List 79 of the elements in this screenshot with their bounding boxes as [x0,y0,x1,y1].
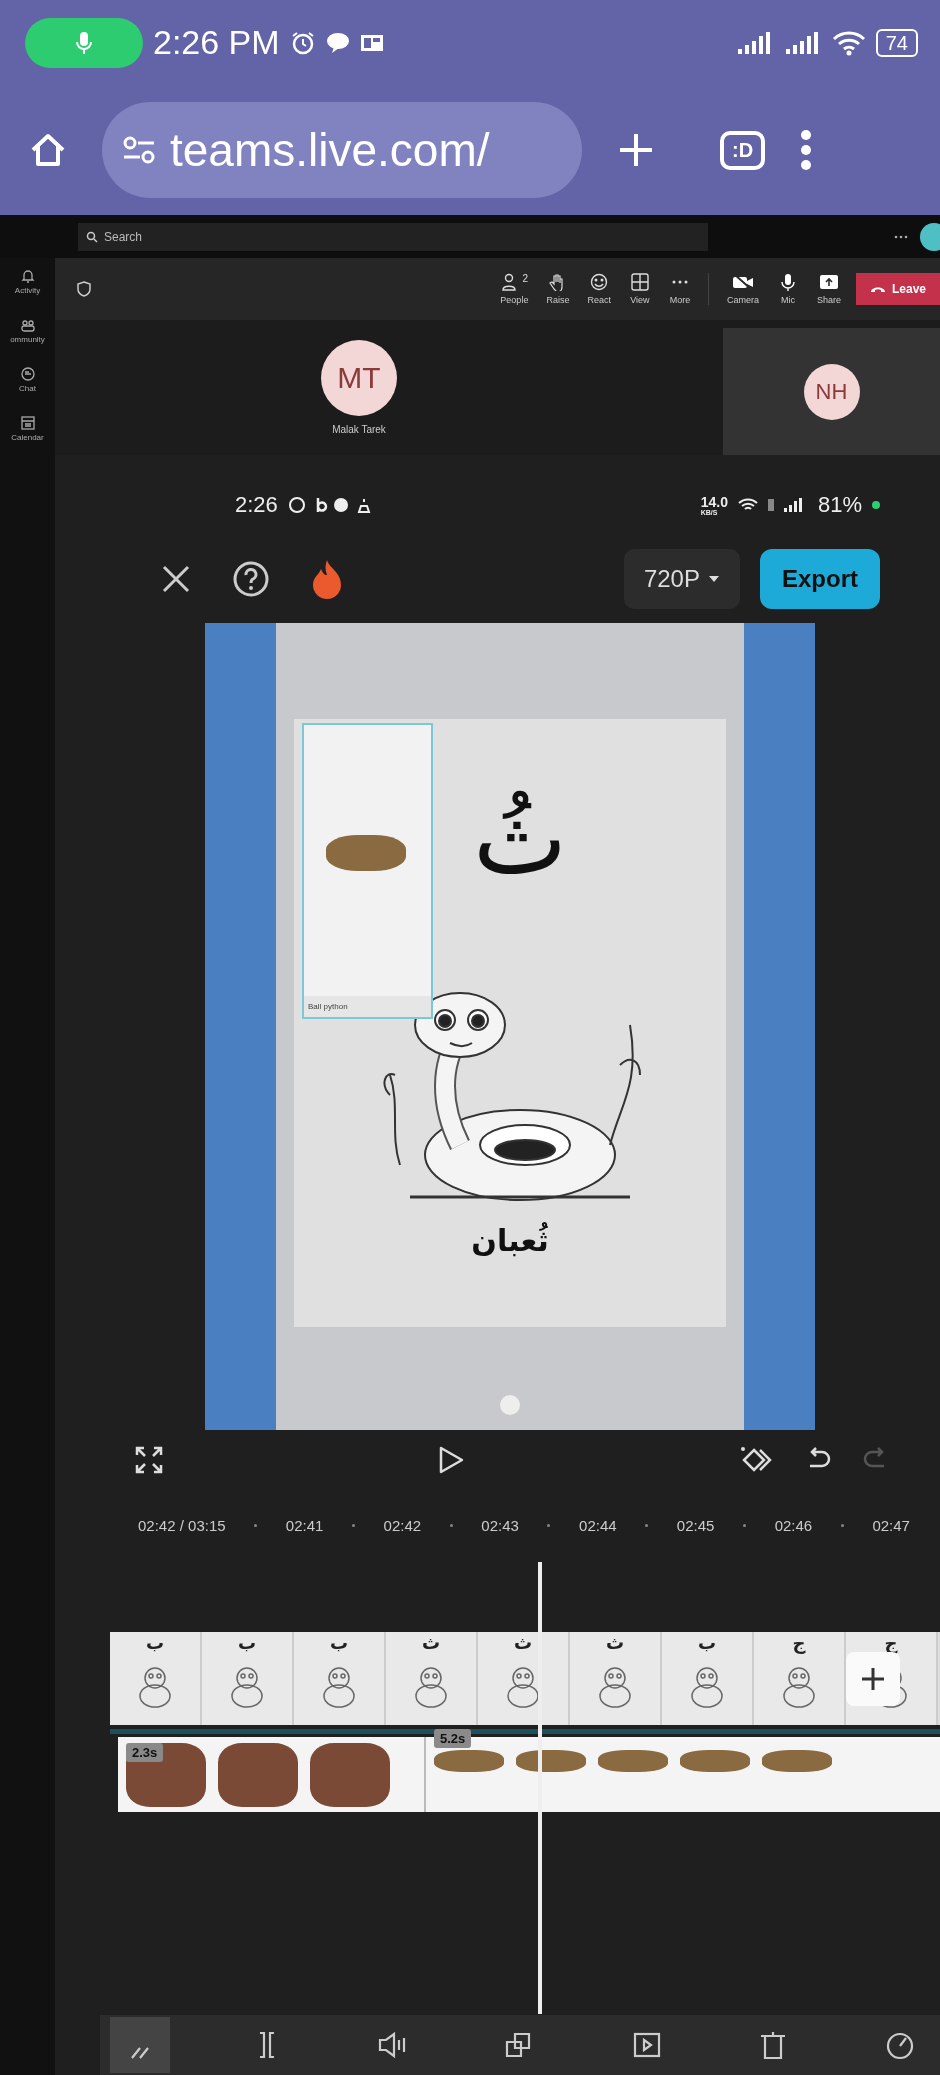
wifi-icon [831,29,866,56]
ruler-time: 02:43 [481,1516,519,1534]
caret-icon [708,575,720,583]
phone-icon [869,285,886,293]
clock-time: 2:26 PM [153,23,280,62]
leave-button[interactable]: Leave [855,273,940,305]
toolbar-button[interactable]: More [659,273,700,305]
profile-avatar[interactable] [920,222,940,251]
ruler-time: 02:47 [872,1516,910,1534]
help-icon[interactable] [232,560,270,598]
toolbar-button[interactable]: Mic [767,273,808,305]
letter-label: ث [513,1632,533,1654]
toolbar-button[interactable]: React [578,273,620,305]
shield-icon [77,281,91,297]
address-bar[interactable]: teams.live.com/ [102,102,582,198]
toolbar-button[interactable]: Camera [707,273,768,305]
rail-item[interactable]: Activity [14,268,41,295]
add-button[interactable] [846,1652,900,1706]
battery-level: 74 [875,28,918,57]
toolbar-button[interactable]: 2 People [491,273,538,305]
flame-icon[interactable] [310,558,344,600]
grid-icon [628,273,651,291]
letter-label: ب [329,1632,349,1654]
tab-switcher[interactable]: :D [720,130,766,170]
toolbar-button[interactable]: Share [807,273,850,305]
ruler-time: 02:45 [676,1516,715,1534]
toolbar-button[interactable]: View [619,273,660,305]
participant-avatar: NH [803,363,860,420]
share-icon [817,273,840,291]
letter-label: ب [237,1632,257,1654]
letter-label: ث [421,1632,441,1654]
status-dot-icon [872,501,880,509]
letter-label: ج [792,1632,806,1654]
photo-placeholder [434,1749,504,1772]
participant-name: Malak Tarek [332,424,386,435]
rail-icon [19,317,36,333]
photo-placeholder [516,1749,586,1772]
duration-badge: 5.2s [434,1729,472,1748]
ruler-time: 02:46 [774,1516,813,1534]
letter-label: ب [145,1632,165,1654]
ruler-time: 02:41 [285,1516,324,1534]
resolution-dropdown[interactable]: 720P [623,549,740,609]
photo-placeholder [598,1749,668,1772]
participant-avatar: MT [321,340,397,416]
toolbar-button[interactable]: Raise [537,273,579,305]
more-icon [671,280,688,284]
menu-icon[interactable] [799,129,814,171]
arabic-letter: ثُ [473,789,568,889]
fullscreen-icon[interactable] [135,1446,163,1474]
battery-level: 81% [817,492,862,518]
rail-icon [19,268,36,284]
photo-placeholder [680,1749,750,1772]
letter-label: ب [697,1632,717,1654]
chat-bubble-icon [325,31,350,54]
site-settings-icon[interactable] [122,135,156,165]
rail-item[interactable]: Calendar [11,415,44,442]
rail-item[interactable]: Chat [19,366,36,393]
arabic-word: ثُعبان [471,1223,549,1258]
clock-time: 2:26 [235,492,278,518]
rail-icon [19,415,36,431]
rail-item[interactable]: ommunity [10,317,45,344]
letter-label: ث [605,1632,625,1654]
slash-icon [130,2046,150,2060]
search-icon [86,230,98,243]
photo-placeholder [762,1749,832,1772]
duration-badge: 2.3s [126,1743,164,1762]
more-icon[interactable] [894,234,908,239]
ruler-time: 02:44 [579,1516,617,1534]
ruler-time: 02:42 [383,1516,422,1534]
plus-icon [860,1666,886,1692]
app-icon [359,32,384,53]
close-icon[interactable] [160,563,192,595]
search-field[interactable]: Search [78,222,708,251]
timecode: 02:42 / 03:15 [138,1516,226,1534]
page-indicator-dot [500,1395,520,1415]
rail-icon [19,366,36,382]
video-clip[interactable]: 5.2s [426,1723,940,1812]
inset-caption: Ball python [304,996,431,1017]
export-button[interactable]: Export [760,549,880,609]
